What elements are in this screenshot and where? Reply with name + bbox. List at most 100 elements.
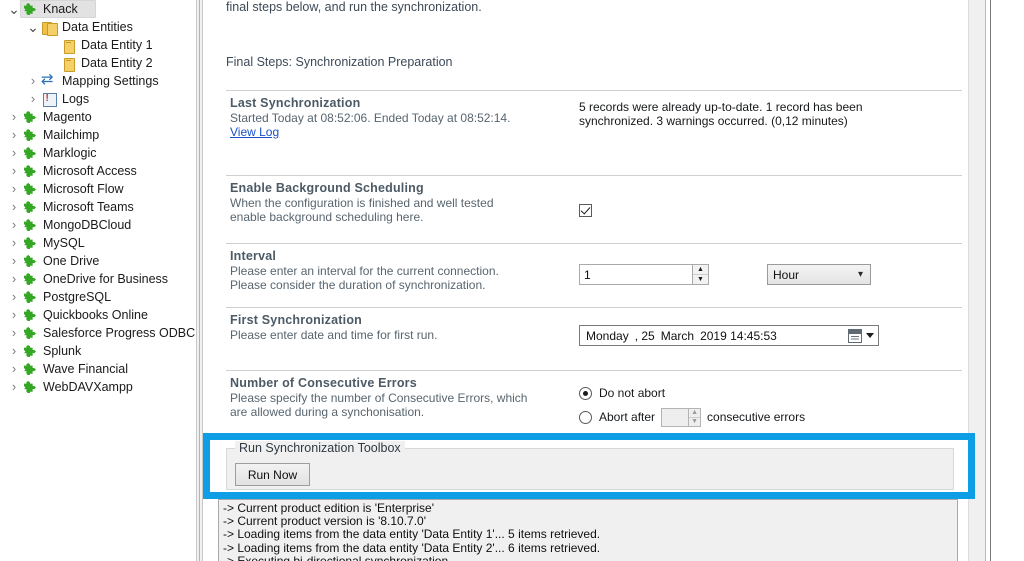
chevron-right-icon[interactable]: › [6, 198, 22, 216]
chevron-down-icon[interactable]: ⌄ [6, 0, 22, 18]
datetime-month[interactable]: March [661, 329, 694, 343]
chevron-right-icon[interactable]: › [6, 306, 22, 324]
abort-count-spinner[interactable]: ▲ ▼ [688, 408, 701, 427]
plug-icon [22, 379, 40, 395]
tree-item-label: WebDAVXampp [43, 380, 139, 394]
tree-item-data-entity-1[interactable]: Data Entity 1 [0, 36, 196, 54]
folders-icon [41, 19, 59, 35]
tree-item-microsoft-teams[interactable]: ›Microsoft Teams [0, 198, 196, 216]
tree-item-onedrive-for-business[interactable]: › OneDrive for Business [0, 270, 196, 288]
section-divider [226, 175, 962, 176]
connections-tree[interactable]: ⌄Knack⌄Data EntitiesData Entity 1Data En… [0, 0, 196, 561]
dropdown-arrow-icon[interactable] [866, 333, 874, 338]
datetime-weekday[interactable]: Monday [586, 329, 629, 343]
section-title: Enable Background Scheduling [230, 181, 424, 195]
section-description: Please enter date and time for first run… [230, 328, 437, 342]
plug-icon [22, 253, 40, 269]
radio-row-do-not-abort[interactable]: Do not abort [579, 384, 805, 402]
tree-item-data-entity-2[interactable]: Data Entity 2 [0, 54, 196, 72]
content-vertical-scrollbar[interactable] [968, 0, 985, 561]
synchronization-log-output[interactable]: -> Current product edition is 'Enterpris… [218, 499, 958, 561]
radio-row-abort-after[interactable]: Abort after ▲ ▼ consecutive errors [579, 408, 805, 426]
tree-item-logs[interactable]: › Logs [0, 90, 196, 108]
tree-item-label: Data Entities [62, 20, 139, 34]
interval-spinner[interactable]: ▲ ▼ [692, 264, 709, 285]
tree-item-mailchimp[interactable]: ›Mailchimp [0, 126, 196, 144]
chevron-right-icon[interactable]: › [6, 360, 22, 378]
spinner-up-icon[interactable]: ▲ [693, 265, 708, 275]
log-line: -> Executing bi-directional synchronizat… [223, 555, 957, 561]
page-section-header: Final Steps: Synchronization Preparation [226, 55, 453, 69]
tree-item-quickbooks-online[interactable]: ›Quickbooks Online [0, 306, 196, 324]
plug-icon [22, 217, 40, 233]
tree-item-marklogic[interactable]: ›Marklogic [0, 144, 196, 162]
plug-icon [22, 235, 40, 251]
tree-item-label: Knack [43, 2, 84, 16]
tree-item-wave-financial[interactable]: › Wave Financial [0, 360, 196, 378]
chevron-right-icon[interactable]: › [6, 216, 22, 234]
tree-item-mysql[interactable]: ›MySQL [0, 234, 196, 252]
tree-item-microsoft-flow[interactable]: ›Microsoft Flow [0, 180, 196, 198]
toolbox-group-title: Run Synchronization Toolbox [235, 441, 405, 455]
tree-item-knack[interactable]: ⌄ Knack [0, 0, 196, 18]
spinner-down-icon[interactable]: ▼ [689, 418, 700, 426]
run-now-button[interactable]: Run Now [235, 463, 310, 486]
chevron-right-icon[interactable]: › [6, 126, 22, 144]
tree-item-label: OneDrive for Business [43, 272, 174, 286]
interval-value-input[interactable]: 1 ▲ ▼ [579, 264, 709, 285]
chevron-right-icon[interactable]: › [6, 108, 22, 126]
tree-item-microsoft-access[interactable]: ›Microsoft Access [0, 162, 196, 180]
tree-item-one-drive[interactable]: ›One Drive [0, 252, 196, 270]
log-line: -> Loading items from the data entity 'D… [223, 528, 957, 541]
chevron-right-icon[interactable]: › [6, 144, 22, 162]
tree-item-postgresql[interactable]: ›PostgreSQL [0, 288, 196, 306]
chevron-right-icon[interactable]: › [6, 180, 22, 198]
plug-icon [22, 307, 40, 323]
log-line: -> Loading items from the data entity 'D… [223, 542, 957, 555]
tree-item-label: Logs [62, 92, 95, 106]
tree-item-splunk[interactable]: ›Splunk [0, 342, 196, 360]
tree-item-magento[interactable]: ›Magento [0, 108, 196, 126]
logs-icon [41, 91, 59, 107]
chevron-right-icon[interactable]: › [6, 252, 22, 270]
tree-item-label: Data Entity 1 [81, 38, 159, 52]
chevron-right-icon[interactable]: › [6, 162, 22, 180]
abort-count-input[interactable]: ▲ ▼ [661, 408, 701, 427]
tree-item-salesforce-progress-odbc[interactable]: ›Salesforce Progress ODBC [0, 324, 196, 342]
view-log-link[interactable]: View Log [230, 125, 279, 139]
datetime-day[interactable]: , 25 [635, 329, 655, 343]
chevron-right-icon[interactable]: › [25, 72, 41, 90]
chevron-right-icon[interactable]: › [6, 288, 22, 306]
log-lines: -> Current product edition is 'Enterpris… [219, 500, 957, 561]
spinner-down-icon[interactable]: ▼ [693, 275, 708, 284]
tree-item-label: Wave Financial [43, 362, 134, 376]
chevron-right-icon[interactable]: › [25, 90, 41, 108]
enable-background-scheduling-checkbox[interactable] [579, 204, 592, 217]
chevron-right-icon[interactable]: › [6, 270, 22, 288]
tree-item-mapping-settings[interactable]: ›Mapping Settings [0, 72, 196, 90]
tree-item-webdavxampp[interactable]: › WebDAVXampp [0, 378, 196, 396]
abort-after-label: Abort after [599, 410, 655, 424]
plug-icon [22, 289, 40, 305]
plug-icon [22, 343, 40, 359]
plug-icon [22, 127, 40, 143]
spinner-up-icon[interactable]: ▲ [689, 409, 700, 418]
pane-splitter[interactable] [196, 0, 203, 561]
splitter-grip [199, 0, 200, 561]
section-description: When the configuration is finished and w… [230, 196, 494, 224]
tree-item-label: MongoDBCloud [43, 218, 137, 232]
plug-icon [22, 271, 40, 287]
tree-item-data-entities[interactable]: ⌄ Data Entities [0, 18, 196, 36]
chevron-right-icon[interactable]: › [6, 342, 22, 360]
chevron-right-icon[interactable]: › [6, 378, 22, 396]
do-not-abort-radio[interactable] [579, 387, 592, 400]
abort-after-radio[interactable] [579, 411, 592, 424]
chevron-right-icon[interactable]: › [6, 324, 22, 342]
datetime-year-time[interactable]: 2019 14:45:53 [700, 329, 777, 343]
chevron-down-icon[interactable]: ⌄ [25, 18, 41, 36]
tree-item-mongodbcloud[interactable]: › MongoDBCloud [0, 216, 196, 234]
chevron-right-icon[interactable]: › [6, 234, 22, 252]
calendar-icon[interactable] [848, 329, 862, 343]
interval-unit-select[interactable]: Hour ▾ [767, 264, 871, 285]
first-sync-datetime-picker[interactable]: Monday , 25 March 2019 14:45:53 [579, 325, 879, 346]
